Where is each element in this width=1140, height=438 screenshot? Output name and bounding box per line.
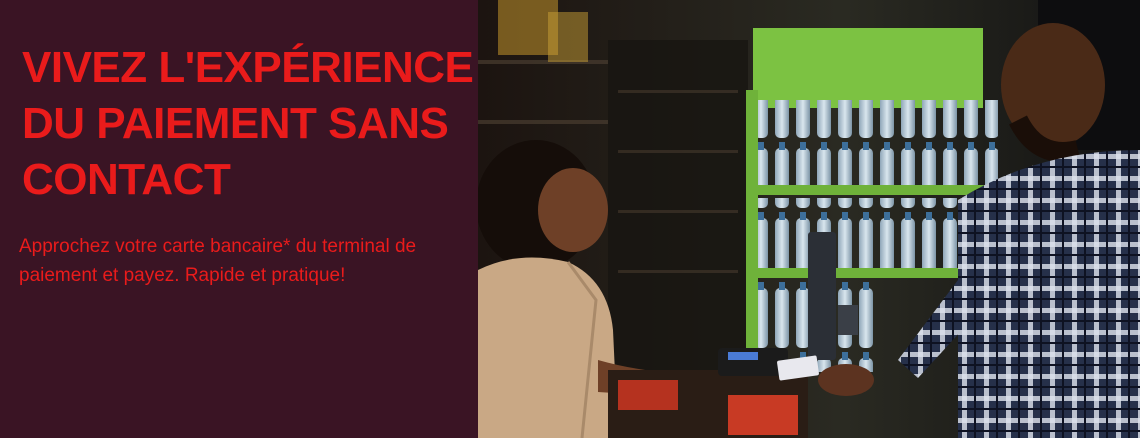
headline: VIVEZ L'EXPÉRIENCE DU PAIEMENT SANS CONT… [22, 43, 474, 204]
store-checkout-photo [478, 0, 1140, 438]
promo-banner: VIVEZ L'EXPÉRIENCE DU PAIEMENT SANS CONT… [0, 0, 1140, 438]
checkout-counter [608, 370, 808, 438]
subtext: Approchez votre carte bancaire* du termi… [19, 236, 417, 286]
